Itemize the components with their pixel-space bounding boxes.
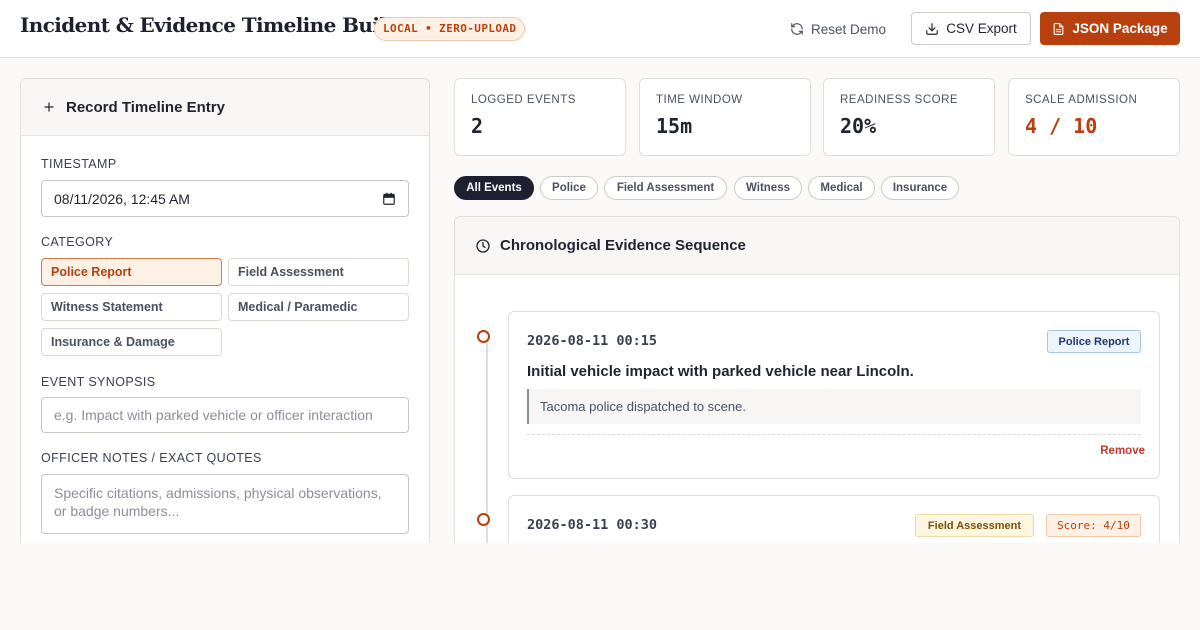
csv-export-button[interactable]: CSV Export — [911, 12, 1031, 45]
app-title: Incident & Evidence Timeline Builder — [20, 13, 422, 37]
event-category-tag: Police Report — [1047, 330, 1141, 353]
sequence-title: Chronological Evidence Sequence — [500, 237, 746, 254]
category-field-assessment[interactable]: Field Assessment — [228, 258, 409, 286]
refresh-icon — [790, 22, 804, 36]
evidence-sequence-panel: Chronological Evidence Sequence 2026-08-… — [454, 216, 1180, 556]
event-note: Tacoma police dispatched to scene. — [527, 389, 1141, 424]
remove-event-button[interactable]: Remove — [1100, 445, 1145, 457]
notes-label: OFFICER NOTES / EXACT QUOTES — [41, 451, 262, 465]
stat-value: 15m — [656, 114, 693, 138]
stat-value: 2 — [471, 114, 484, 138]
filter-medical[interactable]: Medical — [808, 176, 875, 200]
timestamp-value: 08/11/2026, 12:45 AM — [54, 190, 190, 207]
stat-scale-admission: SCALE ADMISSION 4 / 10 — [1008, 78, 1180, 156]
event-score-tag: Score: 4/10 — [1046, 514, 1141, 537]
event-category-tag: Field Assessment — [915, 514, 1034, 537]
clock-icon — [475, 238, 491, 254]
filter-insurance[interactable]: Insurance — [881, 176, 959, 200]
reset-demo-button[interactable]: Reset Demo — [790, 13, 886, 45]
card-divider — [527, 434, 1141, 435]
entry-form-title: Record Timeline Entry — [66, 98, 225, 116]
stat-label: LOGGED EVENTS — [471, 94, 576, 106]
plus-icon — [42, 100, 56, 114]
timeline-event-card: 2026-08-11 00:15 Police Report Initial v… — [508, 311, 1160, 479]
page-background — [0, 543, 1200, 630]
entry-form-panel: Record Timeline Entry TIMESTAMP 08/11/20… — [20, 78, 430, 548]
stat-label: TIME WINDOW — [656, 94, 743, 106]
notes-textarea[interactable]: Specific citations, admissions, physical… — [41, 474, 409, 534]
file-icon — [1052, 22, 1065, 36]
stat-value: 20% — [840, 114, 877, 138]
category-insurance-damage[interactable]: Insurance & Damage — [41, 328, 222, 356]
timestamp-input[interactable]: 08/11/2026, 12:45 AM — [41, 180, 409, 217]
filter-police[interactable]: Police — [540, 176, 598, 200]
timeline-dot — [477, 330, 490, 343]
category-police-report[interactable]: Police Report — [41, 258, 222, 286]
stat-time-window: TIME WINDOW 15m — [639, 78, 811, 156]
sequence-header: Chronological Evidence Sequence — [455, 217, 1179, 275]
category-label: CATEGORY — [41, 235, 114, 249]
stat-value: 4 / 10 — [1025, 114, 1098, 138]
json-package-label: JSON Package — [1072, 21, 1168, 36]
filter-field-assessment[interactable]: Field Assessment — [604, 176, 727, 200]
entry-form-header: Record Timeline Entry — [21, 79, 429, 136]
filter-witness[interactable]: Witness — [734, 176, 802, 200]
synopsis-label: EVENT SYNOPSIS — [41, 375, 156, 389]
download-icon — [925, 22, 939, 36]
stat-label: SCALE ADMISSION — [1025, 94, 1138, 106]
stat-logged-events: LOGGED EVENTS 2 — [454, 78, 626, 156]
synopsis-input[interactable]: e.g. Impact with parked vehicle or offic… — [41, 397, 409, 433]
calendar-icon[interactable] — [382, 192, 396, 206]
local-badge: LOCAL • ZERO-UPLOAD — [374, 17, 526, 41]
timeline-dot — [477, 513, 490, 526]
category-medical-paramedic[interactable]: Medical / Paramedic — [228, 293, 409, 321]
filter-all-events[interactable]: All Events — [454, 176, 534, 200]
event-timestamp: 2026-08-11 00:30 — [527, 517, 658, 533]
timestamp-label: TIMESTAMP — [41, 157, 117, 171]
app-header: Incident & Evidence Timeline Builder LOC… — [0, 0, 1200, 58]
json-package-button[interactable]: JSON Package — [1040, 12, 1180, 45]
reset-demo-label: Reset Demo — [811, 21, 887, 37]
event-timestamp: 2026-08-11 00:15 — [527, 333, 658, 349]
event-title: Initial vehicle impact with parked vehic… — [527, 363, 914, 380]
stat-readiness-score: READINESS SCORE 20% — [823, 78, 995, 156]
csv-export-label: CSV Export — [946, 21, 1017, 36]
stat-label: READINESS SCORE — [840, 94, 959, 106]
category-witness-statement[interactable]: Witness Statement — [41, 293, 222, 321]
